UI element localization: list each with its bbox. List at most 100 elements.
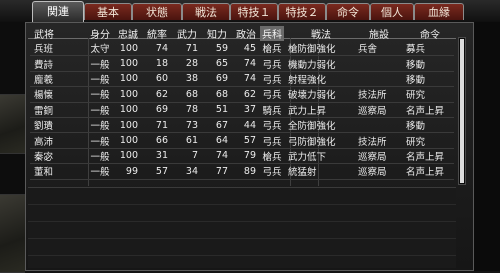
empty-row	[28, 205, 456, 222]
tab-basic[interactable]: 基本	[84, 3, 132, 20]
tab-skill-2[interactable]: 特技２	[278, 3, 326, 20]
table-row[interactable]: 楊懐 一般 100 62 68 68 62 弓兵 破壊力弱化 技法所 研究	[30, 86, 454, 103]
unit-type-cell: 槍兵	[260, 41, 284, 57]
tab-skill-1[interactable]: 特技１	[230, 3, 278, 20]
command-cell: 移動	[400, 55, 454, 72]
col-header-facility[interactable]: 施設	[354, 26, 400, 41]
right-margin	[474, 22, 500, 271]
tab-kinship[interactable]: 血縁	[414, 3, 464, 20]
status-cell: 一般	[86, 117, 114, 134]
war-cell: 28	[172, 55, 202, 72]
col-header-unit-type[interactable]: 兵科	[260, 26, 284, 41]
unit-type-cell: 弓兵	[260, 71, 284, 88]
politics-cell: 45	[232, 41, 260, 57]
leadership-cell: 66	[142, 132, 172, 149]
loyalty-cell: 99	[114, 163, 142, 180]
col-header-politics[interactable]: 政治	[232, 26, 260, 41]
table-row[interactable]: 費詩 一般 100 18 28 65 74 弓兵 機動力弱化 移動	[30, 55, 454, 72]
tactic-cell: 槍防御強化	[284, 41, 354, 57]
loyalty-cell: 100	[114, 71, 142, 88]
col-header-leadership[interactable]: 統率	[142, 26, 172, 41]
col-header-war[interactable]: 武力	[172, 26, 202, 41]
command-cell: 名声上昇	[400, 163, 454, 180]
col-header-intelligence[interactable]: 知力	[202, 26, 232, 41]
leadership-cell: 60	[142, 71, 172, 88]
status-cell: 一般	[86, 163, 114, 180]
table-row[interactable]: 雷銅 一般 100 69 78 51 37 騎兵 武力上昇 巡察局 名声上昇	[30, 102, 454, 118]
officer-name: 兵班	[30, 41, 86, 57]
intelligence-cell: 51	[202, 102, 232, 118]
col-header-command[interactable]: 命令	[400, 26, 454, 41]
tab-orders[interactable]: 命令	[326, 3, 370, 20]
war-cell: 71	[172, 41, 202, 57]
col-header-status[interactable]: 身分	[86, 26, 114, 41]
war-cell: 68	[172, 86, 202, 103]
leadership-cell: 57	[142, 163, 172, 180]
status-cell: 一般	[86, 55, 114, 72]
war-cell: 78	[172, 102, 202, 118]
politics-cell: 79	[232, 148, 260, 165]
unit-type-cell: 弓兵	[260, 163, 284, 180]
facility-cell: 巡察局	[354, 102, 400, 118]
table-row[interactable]: 秦宓 一般 100 31 7 74 79 槍兵 武力低下 巡察局 名声上昇	[30, 148, 454, 165]
portrait-strip	[0, 22, 25, 273]
status-cell: 一般	[86, 71, 114, 88]
tab-personal[interactable]: 個人	[370, 3, 414, 20]
table-row[interactable]: 兵班 太守 100 74 71 59 45 槍兵 槍防御強化 兵舎 募兵	[30, 41, 454, 57]
tab-tactics[interactable]: 戦法	[182, 3, 230, 20]
leadership-cell: 74	[142, 41, 172, 57]
table-row[interactable]: 劉璝 一般 100 71 73 67 44 弓兵 全防御強化 移動	[30, 117, 454, 134]
tactic-cell: 弓防御強化	[284, 132, 354, 149]
table-row[interactable]: 龐羲 一般 100 60 38 69 74 弓兵 射程強化 移動	[30, 71, 454, 88]
tactic-cell: 武力上昇	[284, 102, 354, 118]
war-cell: 7	[172, 148, 202, 165]
tactic-cell: 破壊力弱化	[284, 86, 354, 103]
tab-condition[interactable]: 状態	[132, 3, 182, 20]
status-cell: 一般	[86, 148, 114, 165]
loyalty-cell: 100	[114, 117, 142, 134]
tab-bar: 関連 基本 状態 戦法 特技１ 特技２ 命令 個人 血縁	[0, 0, 500, 22]
col-header-tactic[interactable]: 戦法	[284, 26, 354, 41]
command-cell: 研究	[400, 132, 454, 149]
command-cell: 研究	[400, 86, 454, 103]
empty-row	[28, 222, 456, 239]
facility-cell	[354, 117, 400, 134]
unit-type-cell: 騎兵	[260, 102, 284, 118]
leadership-cell: 71	[142, 117, 172, 134]
loyalty-cell: 100	[114, 55, 142, 72]
intelligence-cell: 59	[202, 41, 232, 57]
politics-cell: 62	[232, 86, 260, 103]
facility-cell	[354, 71, 400, 88]
intelligence-cell: 65	[202, 55, 232, 72]
table-header-row: 武将 身分 忠誠 統率 武力 知力 政治 兵科 戦法 施設 命令	[30, 26, 454, 41]
officer-name: 高沛	[30, 132, 86, 149]
tab-relations[interactable]: 関連	[32, 1, 84, 22]
leadership-cell: 69	[142, 102, 172, 118]
officer-table: 武将 身分 忠誠 統率 武力 知力 政治 兵科 戦法 施設 命令 兵班 太守 1…	[30, 26, 454, 180]
tactic-cell: 武力低下	[284, 148, 354, 165]
vertical-scrollbar[interactable]	[458, 37, 466, 185]
command-cell: 移動	[400, 117, 454, 134]
facility-cell: 技法所	[354, 86, 400, 103]
facility-cell: 巡察局	[354, 148, 400, 165]
table-row[interactable]: 董和 一般 99 57 34 77 89 弓兵 統猛射 巡察局 名声上昇	[30, 163, 454, 180]
officer-portrait	[0, 94, 25, 154]
tactic-cell: 射程強化	[284, 71, 354, 88]
war-cell: 73	[172, 117, 202, 134]
table-row[interactable]: 高沛 一般 100 66 61 64 57 弓兵 弓防御強化 技法所 研究	[30, 132, 454, 149]
loyalty-cell: 100	[114, 86, 142, 103]
empty-list-area	[28, 187, 456, 268]
politics-cell: 74	[232, 55, 260, 72]
col-header-loyalty[interactable]: 忠誠	[114, 26, 142, 41]
status-cell: 太守	[86, 41, 114, 57]
command-cell: 名声上昇	[400, 102, 454, 118]
war-cell: 34	[172, 163, 202, 180]
col-header-officer[interactable]: 武将	[30, 26, 86, 41]
empty-row	[28, 188, 456, 205]
status-cell: 一般	[86, 86, 114, 103]
officer-portrait	[0, 194, 25, 273]
scrollbar-thumb[interactable]	[460, 39, 464, 183]
status-cell: 一般	[86, 102, 114, 118]
loyalty-cell: 100	[114, 102, 142, 118]
officer-name: 龐羲	[30, 71, 86, 88]
